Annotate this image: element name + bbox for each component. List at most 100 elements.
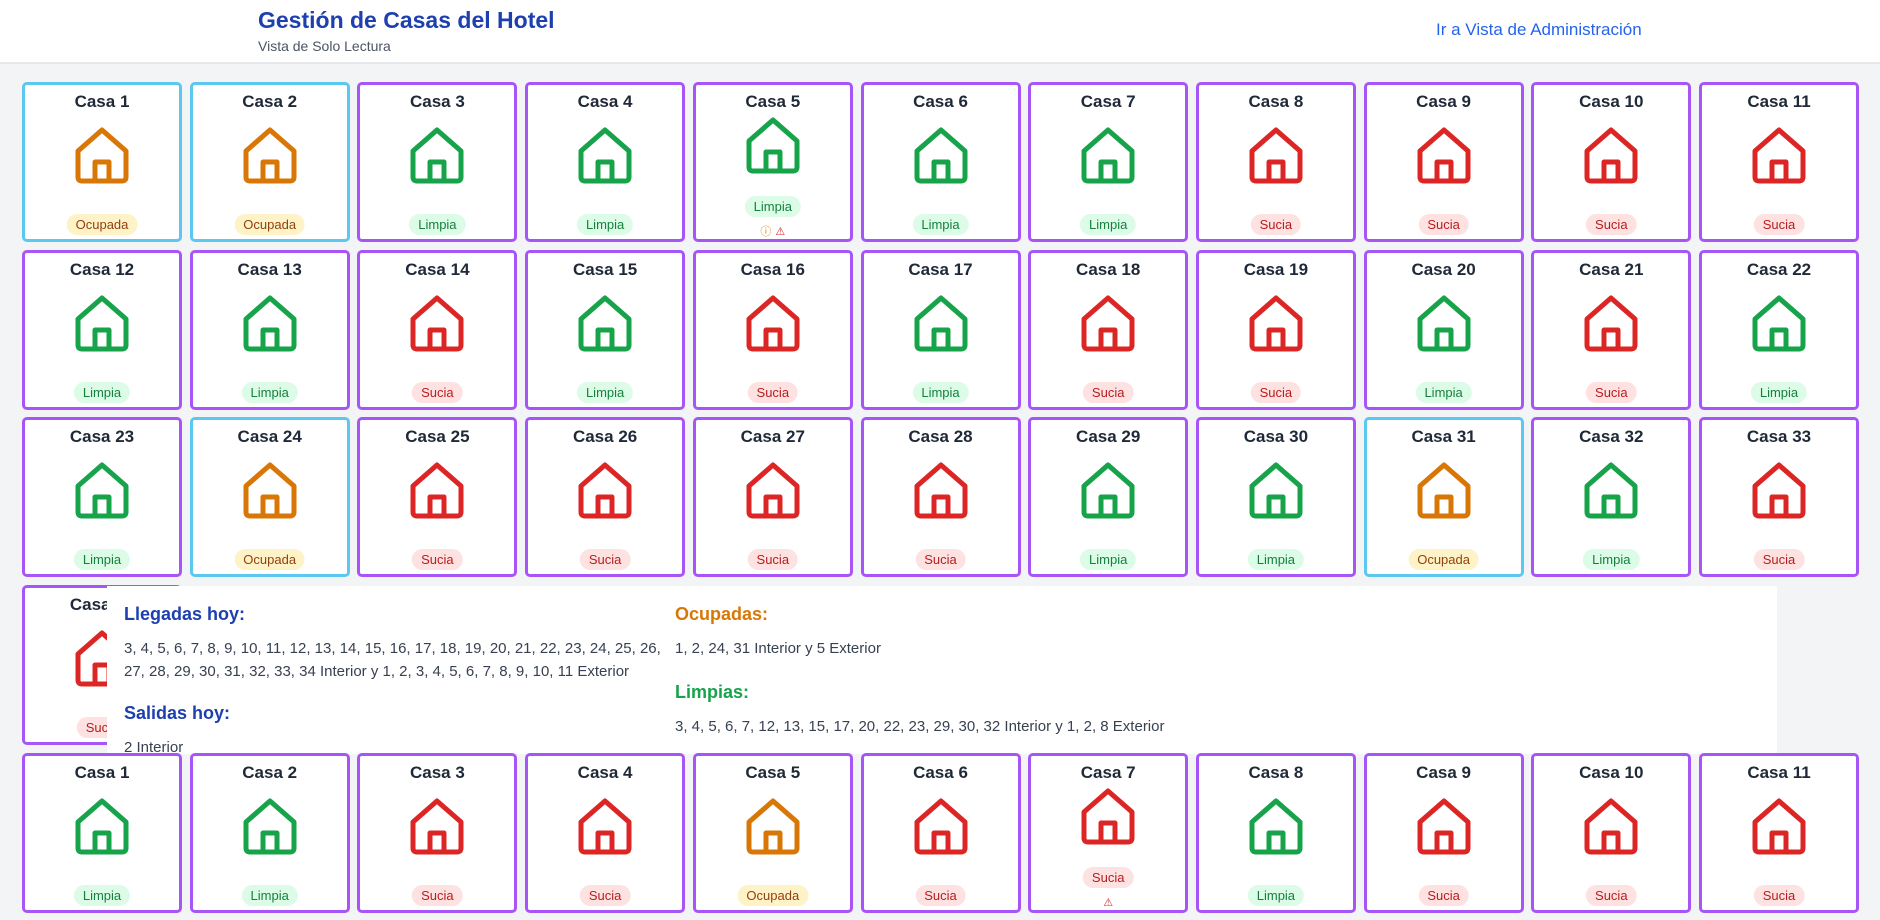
- house-icon: [1752, 295, 1806, 351]
- house-icon: [746, 798, 800, 855]
- house-icon: [1752, 798, 1806, 855]
- status-badge: Sucia: [1418, 214, 1469, 235]
- status-badge: Limpia: [409, 214, 466, 235]
- admin-view-link[interactable]: Ir a Vista de Administración: [1436, 20, 1642, 40]
- house-icon: [243, 462, 297, 519]
- house-icon: [243, 295, 297, 351]
- clean-heading: Limpias:: [675, 682, 750, 702]
- house-card[interactable]: Casa 31 Ocupada: [1363, 417, 1524, 577]
- house-icon: [75, 462, 129, 519]
- house-card[interactable]: Casa 3 Limpia: [357, 82, 518, 242]
- house-card[interactable]: Casa 9 Sucia: [1363, 82, 1524, 242]
- house-card[interactable]: Casa 13 Limpia: [189, 249, 350, 410]
- house-card[interactable]: Casa 27 Sucia: [692, 417, 853, 577]
- departures-heading: Salidas hoy:: [124, 703, 231, 723]
- house-card[interactable]: Casa 9 Sucia: [1363, 753, 1524, 913]
- occupied-heading: Ocupadas:: [675, 604, 769, 624]
- house-card[interactable]: Casa 6 Limpia: [860, 82, 1021, 242]
- house-name: Casa 15: [572, 259, 638, 279]
- status-badge: Sucia: [747, 549, 799, 570]
- house-card[interactable]: Casa 6 Sucia: [860, 753, 1021, 913]
- warning-icon[interactable]: ⚠: [1103, 897, 1113, 909]
- status-badge: Limpia: [73, 885, 131, 906]
- house-card[interactable]: Casa 26 Sucia: [525, 417, 686, 577]
- house-card[interactable]: Casa 19 Sucia: [1195, 249, 1356, 410]
- house-card[interactable]: Casa 12 Limpia: [22, 249, 182, 410]
- house-card[interactable]: Casa 15 Limpia: [525, 249, 686, 410]
- house-name: Casa 17: [908, 259, 973, 279]
- house-name: Casa 6: [913, 763, 968, 782]
- status-badge: Limpia: [73, 549, 131, 570]
- house-icon: [914, 127, 967, 184]
- house-card[interactable]: Casa 28 Sucia: [860, 417, 1021, 577]
- house-icon: [1081, 295, 1135, 351]
- house-icon: [1584, 798, 1638, 855]
- house-card[interactable]: Casa 8 Limpia: [1195, 753, 1356, 913]
- house-card[interactable]: Casa 8 Sucia: [1195, 82, 1356, 242]
- status-badge: Limpia: [241, 381, 298, 403]
- house-card[interactable]: Casa 29 Limpia: [1028, 417, 1189, 577]
- house-card[interactable]: Casa 7 Sucia ⚠: [1028, 753, 1189, 913]
- status-badge: Ocupada: [234, 214, 306, 235]
- house-icon: [243, 127, 297, 184]
- house-card[interactable]: Casa 30 Limpia: [1195, 417, 1356, 577]
- house-name: Casa 10: [1579, 92, 1644, 111]
- house-icon: [578, 295, 632, 351]
- house-card[interactable]: Casa 22 Limpia: [1699, 249, 1859, 410]
- house-card[interactable]: Casa 16 Sucia: [692, 249, 853, 410]
- status-badge: Limpia: [241, 885, 298, 906]
- house-name: Casa 29: [1076, 427, 1141, 446]
- house-card[interactable]: Casa 5 Limpia ⓘ ⚠: [692, 82, 853, 242]
- status-badge: Limpia: [1247, 885, 1305, 906]
- house-card[interactable]: Casa 2 Limpia: [189, 753, 350, 913]
- house-card[interactable]: Casa 21 Sucia: [1531, 249, 1692, 410]
- clean-list: 3, 4, 5, 6, 7, 12, 13, 15, 17, 20, 22, 2…: [675, 718, 1165, 735]
- house-name: Casa 11: [1747, 92, 1811, 111]
- house-card[interactable]: Casa 1 Limpia: [22, 753, 182, 913]
- house-icon: [578, 798, 632, 855]
- house-card[interactable]: Casa 3 Sucia: [357, 753, 518, 913]
- warning-icon[interactable]: ⚠: [775, 226, 785, 238]
- house-icon: [1417, 127, 1471, 184]
- status-badge: Ocupada: [737, 885, 809, 906]
- house-card[interactable]: Casa 1 Ocupada: [22, 82, 182, 242]
- status-badge: Sucia: [1586, 381, 1637, 403]
- house-card[interactable]: Casa 11 Sucia: [1699, 82, 1859, 242]
- house-card[interactable]: Casa 25 Sucia: [357, 417, 518, 577]
- house-card[interactable]: Casa 23 Limpia: [22, 417, 182, 577]
- house-card[interactable]: Casa 5 Ocupada: [692, 753, 853, 913]
- house-name: Casa 16: [740, 259, 805, 279]
- house-card[interactable]: Casa 17 Limpia: [860, 249, 1021, 410]
- house-icon: [410, 295, 464, 351]
- house-card[interactable]: Casa 4 Limpia: [525, 82, 686, 242]
- alert-icons: ⓘ ⚠: [696, 226, 850, 238]
- house-card[interactable]: Casa 7 Limpia: [1028, 82, 1189, 242]
- house-icon: [410, 798, 464, 855]
- house-icon: [1752, 127, 1806, 184]
- house-card[interactable]: Casa 11 Sucia: [1699, 753, 1859, 913]
- house-name: Casa 13: [237, 259, 302, 279]
- house-name: Casa 26: [572, 427, 638, 446]
- house-card[interactable]: Casa 33 Sucia: [1699, 417, 1859, 577]
- house-card[interactable]: Casa 2 Ocupada: [189, 82, 350, 242]
- house-icon: [1081, 462, 1135, 519]
- house-card[interactable]: Casa 4 Sucia: [525, 753, 686, 913]
- house-name: Casa 22: [1746, 259, 1812, 279]
- status-badge: Sucia: [1082, 867, 1134, 888]
- house-name: Casa 6: [913, 92, 968, 111]
- status-badge: Limpia: [576, 214, 634, 235]
- house-name: Casa 31: [1411, 427, 1476, 446]
- status-badge: Sucia: [1586, 214, 1637, 235]
- house-name: Casa 27: [740, 427, 805, 446]
- house-card[interactable]: Casa 20 Limpia: [1363, 249, 1524, 410]
- info-icon[interactable]: ⓘ: [760, 226, 771, 238]
- house-card[interactable]: Casa 18 Sucia: [1028, 249, 1189, 410]
- house-icon: [1417, 462, 1471, 519]
- house-card[interactable]: Casa 24 Ocupada: [189, 417, 350, 577]
- house-card[interactable]: Casa 10 Sucia: [1531, 82, 1692, 242]
- house-card[interactable]: Casa 14 Sucia: [357, 249, 518, 410]
- house-icon: [1417, 798, 1471, 855]
- house-card[interactable]: Casa 10 Sucia: [1531, 753, 1692, 913]
- house-name: Casa 2: [242, 92, 298, 111]
- house-card[interactable]: Casa 32 Limpia: [1531, 417, 1692, 577]
